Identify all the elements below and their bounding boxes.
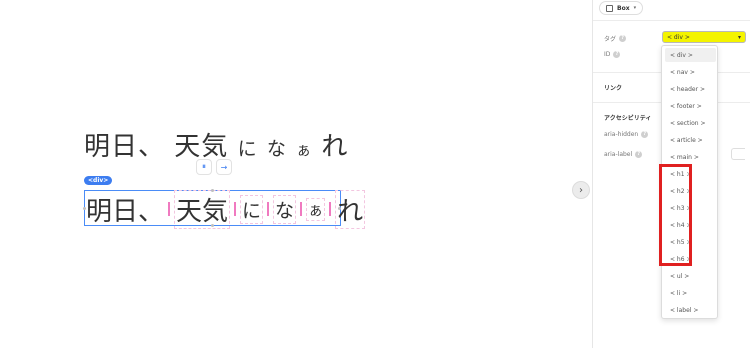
- help-icon[interactable]: ?: [613, 51, 621, 58]
- tag-option-main[interactable]: < main >: [665, 150, 716, 164]
- child-marker: [168, 202, 171, 216]
- text-segment: 天気: [174, 132, 229, 162]
- chevron-right-icon[interactable]: ›: [572, 181, 590, 199]
- aria-label-input[interactable]: [731, 148, 745, 160]
- help-icon[interactable]: ?: [635, 151, 643, 158]
- component-type-label: Box: [617, 4, 630, 12]
- resize-handle-bottom[interactable]: [211, 224, 214, 227]
- tag-option-ul[interactable]: < ul >: [665, 269, 716, 283]
- tag-option-footer[interactable]: < footer >: [665, 99, 716, 113]
- chevron-down-icon: ▾: [633, 5, 637, 11]
- component-type-selector[interactable]: Box ▾: [599, 1, 644, 15]
- tag-select-value: < div >: [667, 33, 690, 41]
- design-canvas[interactable]: 明日、 天気 に な ぁ れ ⏸ → <div> 明日、 天気 に な ぁ れ …: [0, 0, 592, 348]
- text-segment: 天気: [174, 189, 231, 229]
- child-marker: [300, 202, 303, 216]
- resize-handle-right[interactable]: [338, 207, 341, 210]
- child-marker: [329, 202, 332, 216]
- tag-option-label[interactable]: < label >: [665, 303, 716, 317]
- tag-option-div[interactable]: < div >: [665, 48, 716, 62]
- child-marker: [234, 202, 237, 216]
- tag-option-nav[interactable]: < nav >: [665, 65, 716, 79]
- child-marker: [267, 202, 270, 216]
- text-segment: 明日、: [84, 132, 166, 162]
- accessibility-section-title: アクセシビリティ: [604, 115, 652, 122]
- heading-options-highlight: [659, 164, 692, 266]
- aria-hidden-property-label: aria-hidden ?: [604, 131, 649, 138]
- id-property-label: ID ?: [604, 51, 621, 58]
- text-segment: ぁ: [306, 197, 326, 221]
- selected-div-element[interactable]: 明日、 天気 に な ぁ れ: [83, 189, 366, 229]
- help-icon[interactable]: ?: [619, 35, 627, 42]
- text-segment: に: [240, 194, 264, 224]
- tag-option-li[interactable]: < li >: [665, 286, 716, 300]
- divider: [593, 20, 750, 21]
- link-section-title: リンク: [604, 85, 623, 92]
- id-label: ID: [604, 51, 611, 58]
- box-icon: [606, 4, 613, 12]
- tag-select[interactable]: < div > ▾: [662, 31, 746, 43]
- heading-text-element[interactable]: 明日、 天気 に な ぁ れ: [84, 126, 348, 162]
- text-segment: に: [237, 138, 258, 160]
- tag-option-section[interactable]: < section >: [665, 116, 716, 130]
- aria-label-label: aria-label: [604, 151, 633, 158]
- element-mini-toolbar: ⏸ →: [196, 159, 232, 175]
- text-segment: れ: [321, 132, 349, 162]
- text-segment: な: [273, 194, 297, 224]
- text-segment: 明日、: [86, 196, 165, 227]
- resize-handle-top[interactable]: [211, 189, 214, 192]
- aria-label-property-label: aria-label ?: [604, 151, 643, 158]
- chevron-down-icon: ▾: [737, 33, 741, 41]
- resize-handle-left[interactable]: [83, 207, 86, 210]
- text-segment: ぁ: [296, 141, 313, 159]
- pause-icon[interactable]: ⏸: [196, 159, 212, 175]
- element-tag-badge: <div>: [84, 176, 113, 185]
- tag-property-label: タグ ?: [604, 34, 627, 43]
- arrow-right-icon[interactable]: →: [216, 159, 232, 175]
- help-icon[interactable]: ?: [641, 131, 649, 138]
- aria-hidden-label: aria-hidden: [604, 131, 639, 138]
- tag-option-header[interactable]: < header >: [665, 82, 716, 96]
- selected-text-element[interactable]: 明日、 天気 に な ぁ れ: [86, 189, 366, 229]
- text-segment: な: [266, 138, 287, 160]
- tag-option-article[interactable]: < article >: [665, 133, 716, 147]
- tag-label: タグ: [604, 36, 617, 43]
